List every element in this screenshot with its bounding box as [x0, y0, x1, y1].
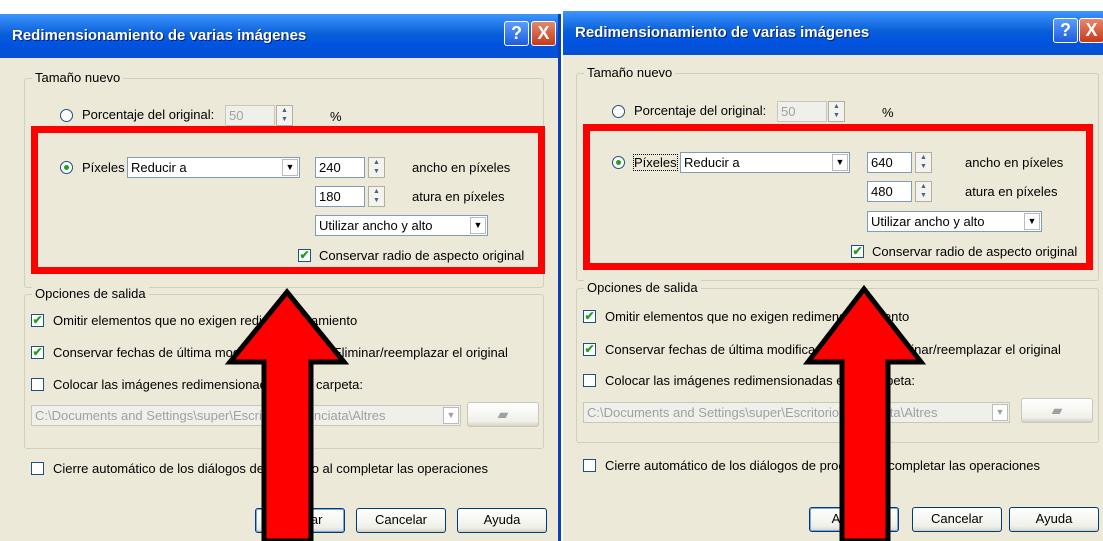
output-options-legend: Opciones de salida: [32, 286, 149, 301]
omit-checkbox[interactable]: ✔: [583, 310, 596, 323]
help-title-button[interactable]: ?: [1053, 18, 1078, 43]
folder-icon: ▰: [1051, 402, 1063, 418]
omit-label: Omitir elementos que no exigen redimensi…: [605, 309, 910, 324]
omit-checkbox[interactable]: ✔: [31, 314, 44, 327]
place-in-folder-checkbox[interactable]: [31, 378, 44, 391]
new-size-legend: Tamaño nuevo: [584, 65, 676, 80]
place-in-folder-label: Colocar las imágenes redimensionadas en …: [53, 377, 364, 392]
help-button[interactable]: Ayuda: [457, 508, 547, 533]
accept-button[interactable]: Aceptar: [255, 508, 345, 533]
dialog-title: Redimensionamiento de varias imágenes: [12, 27, 307, 44]
folder-icon: ▰: [497, 406, 509, 422]
keep-dates-label: Conservar fechas de última modificación: [53, 345, 288, 360]
resize-dialog-left: Redimensionamiento de varias imágenes ? …: [0, 14, 559, 541]
delete-original-checkbox[interactable]: [312, 346, 325, 359]
autoclose-label: Cierre automático de los diálogos de pro…: [53, 461, 489, 476]
chevron-down-icon[interactable]: ▼: [992, 404, 1008, 421]
delete-original-label: Eliminar/reemplazar el original: [333, 345, 508, 360]
highlight-box-right: [583, 124, 1093, 270]
percent-unit: %: [882, 105, 894, 120]
delete-original-label: Eliminar/reemplazar el original: [886, 342, 1061, 357]
cancel-button[interactable]: Cancelar: [912, 507, 1002, 532]
folder-path-value: C:\Documents and Settings\super\Escritor…: [35, 408, 386, 423]
percent-input[interactable]: 50: [225, 105, 275, 126]
keep-dates-checkbox[interactable]: ✔: [31, 346, 44, 359]
autoclose-checkbox[interactable]: [583, 459, 596, 472]
place-in-folder-label: Colocar las imágenes redimensionadas en …: [605, 373, 916, 388]
keep-dates-checkbox[interactable]: ✔: [583, 343, 596, 356]
folder-path-select[interactable]: C:\Documents and Settings\super\Escritor…: [31, 405, 461, 426]
title-bar: Redimensionamiento de varias imágenes ? …: [0, 14, 559, 58]
omit-label: Omitir elementos que no exigen redimensi…: [53, 313, 358, 328]
autoclose-label: Cierre automático de los diálogos de pro…: [605, 458, 1041, 473]
chevron-down-icon[interactable]: ▼: [443, 407, 459, 424]
close-button[interactable]: X: [531, 21, 556, 46]
accept-button[interactable]: Aceptar: [809, 507, 899, 532]
dialog-title: Redimensionamiento de varias imágenes: [575, 24, 870, 41]
autoclose-checkbox[interactable]: [31, 462, 44, 475]
browse-folder-button[interactable]: ▰: [467, 402, 539, 427]
delete-original-checkbox[interactable]: [865, 343, 878, 356]
percent-spinner[interactable]: ▲ ▼: [828, 101, 845, 122]
percent-label: Porcentaje del original:: [82, 107, 215, 122]
resize-dialog-right: Redimensionamiento de varias imágenes ? …: [563, 11, 1103, 541]
output-options-legend: Opciones de salida: [584, 280, 701, 295]
close-button[interactable]: X: [1079, 18, 1103, 43]
percent-radio[interactable]: [60, 109, 73, 122]
folder-path-value: C:\Documents and Settings\super\Escritor…: [587, 405, 938, 420]
folder-path-select[interactable]: C:\Documents and Settings\super\Escritor…: [583, 402, 1010, 423]
cancel-button[interactable]: Cancelar: [356, 508, 446, 533]
percent-unit: %: [330, 109, 342, 124]
help-title-button[interactable]: ?: [504, 21, 529, 46]
percent-radio[interactable]: [612, 105, 625, 118]
place-in-folder-checkbox[interactable]: [583, 374, 596, 387]
keep-dates-label: Conservar fechas de última modificación: [605, 342, 840, 357]
percent-spinner[interactable]: ▲ ▼: [276, 105, 293, 126]
percent-input[interactable]: 50: [777, 101, 827, 122]
highlight-box-left: [31, 126, 545, 274]
percent-label: Porcentaje del original:: [634, 103, 767, 118]
window-border: [558, 14, 561, 541]
new-size-legend: Tamaño nuevo: [32, 70, 124, 85]
title-bar: Redimensionamiento de varias imágenes ? …: [563, 11, 1103, 55]
help-button[interactable]: Ayuda: [1009, 507, 1099, 532]
browse-folder-button[interactable]: ▰: [1021, 398, 1093, 423]
